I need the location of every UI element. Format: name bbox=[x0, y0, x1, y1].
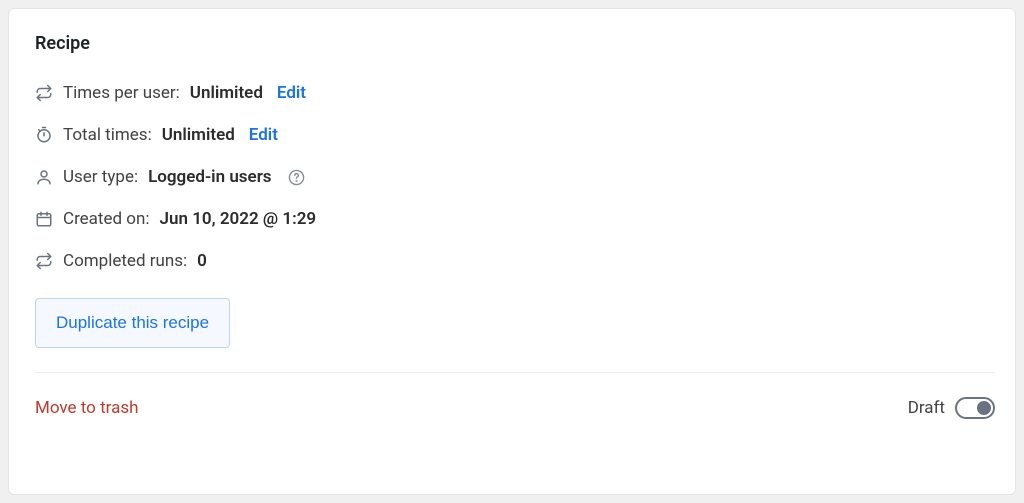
completed-runs-row: Completed runs: 0 bbox=[35, 252, 995, 270]
edit-times-per-user[interactable]: Edit bbox=[277, 85, 306, 102]
user-type-row: User type: Logged-in users bbox=[35, 168, 995, 186]
total-times-label: Total times: bbox=[63, 127, 152, 144]
card-footer: Move to trash Draft bbox=[35, 372, 995, 419]
card-title: Recipe bbox=[35, 33, 995, 54]
status-toggle[interactable] bbox=[955, 397, 995, 419]
duplicate-recipe-button[interactable]: Duplicate this recipe bbox=[35, 298, 230, 348]
times-per-user-label: Times per user: bbox=[63, 85, 180, 102]
user-type-value: Logged-in users bbox=[148, 169, 271, 186]
repeat-icon bbox=[35, 84, 53, 102]
created-on-row: Created on: Jun 10, 2022 @ 1:29 bbox=[35, 210, 995, 228]
repeat-icon bbox=[35, 252, 53, 270]
stopwatch-icon bbox=[35, 126, 53, 144]
created-on-label: Created on: bbox=[63, 211, 150, 228]
calendar-icon bbox=[35, 210, 53, 228]
user-type-label: User type: bbox=[63, 169, 138, 186]
edit-total-times[interactable]: Edit bbox=[249, 127, 278, 144]
total-times-row: Total times: Unlimited Edit bbox=[35, 126, 995, 144]
created-on-value: Jun 10, 2022 @ 1:29 bbox=[160, 211, 317, 228]
times-per-user-value: Unlimited bbox=[190, 85, 263, 102]
completed-runs-value: 0 bbox=[197, 253, 207, 270]
user-icon bbox=[35, 168, 53, 186]
recipe-meta-list: Times per user: Unlimited Edit Total tim… bbox=[35, 84, 995, 270]
times-per-user-row: Times per user: Unlimited Edit bbox=[35, 84, 995, 102]
move-to-trash-link[interactable]: Move to trash bbox=[35, 398, 138, 418]
status-wrap: Draft bbox=[908, 397, 995, 419]
recipe-card: Recipe Times per user: Unlimited Edit To… bbox=[8, 8, 1016, 495]
status-label: Draft bbox=[908, 398, 945, 418]
help-icon[interactable] bbox=[288, 168, 306, 186]
completed-runs-label: Completed runs: bbox=[63, 253, 187, 270]
total-times-value: Unlimited bbox=[162, 127, 235, 144]
